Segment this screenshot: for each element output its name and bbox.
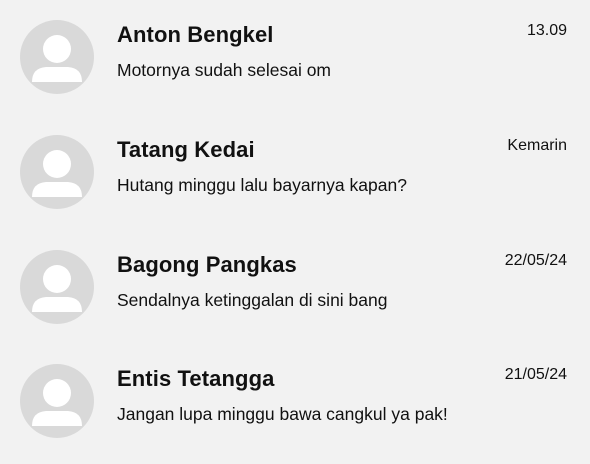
chat-item-anton-bengkel[interactable]: Anton Bengkel 13.09 Motornya sudah seles… [0,20,590,120]
message-preview: Hutang minggu lalu bayarnya kapan? [117,175,407,195]
message-time: 22/05/24 [504,252,567,269]
avatar [20,20,94,94]
avatar [20,135,94,209]
user-placeholder-icon [32,35,82,82]
message-time: 13.09 [526,22,567,39]
user-placeholder-icon [32,379,82,426]
contact-name: Entis Tetangga [117,366,275,391]
message-preview: Jangan lupa minggu bawa cangkul ya pak! [117,404,448,424]
avatar [20,250,94,324]
user-placeholder-icon [32,150,82,197]
chat-list: Anton Bengkel 13.09 Motornya sudah seles… [0,0,590,461]
contact-name: Bagong Pangkas [117,252,297,277]
chat-item-entis-tetangga[interactable]: Entis Tetangga 21/05/24 Jangan lupa ming… [0,364,590,464]
message-preview: Sendalnya ketinggalan di sini bang [117,290,388,310]
chat-item-bagong-pangkas[interactable]: Bagong Pangkas 22/05/24 Sendalnya keting… [0,250,590,350]
message-preview: Motornya sudah selesai om [117,60,331,80]
contact-name: Anton Bengkel [117,22,274,47]
contact-name: Tatang Kedai [117,137,255,162]
message-time: 21/05/24 [504,366,567,383]
message-time: Kemarin [507,137,567,154]
chat-item-tatang-kedai[interactable]: Tatang Kedai Kemarin Hutang minggu lalu … [0,135,590,235]
user-placeholder-icon [32,265,82,312]
avatar [20,364,94,438]
